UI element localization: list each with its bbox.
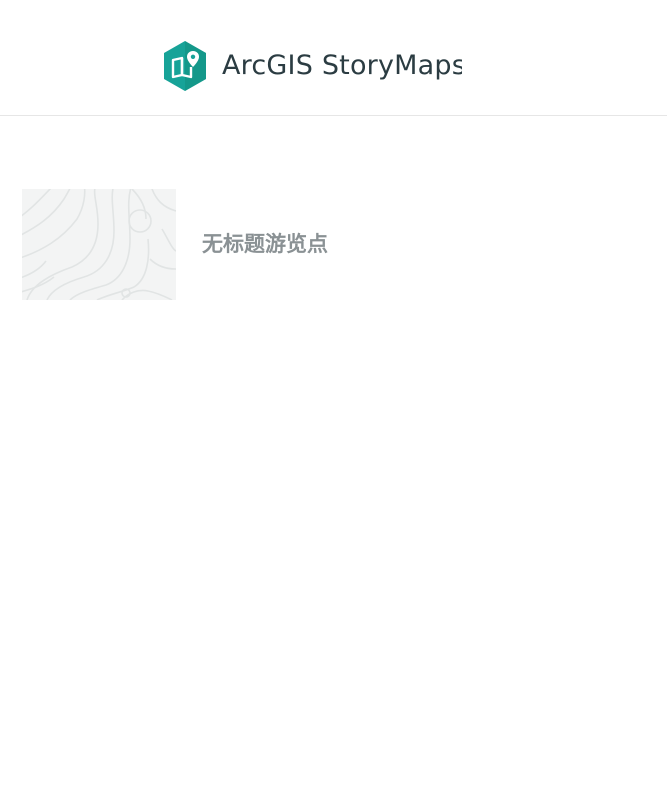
app-header: ArcGIS StoryMaps (0, 0, 667, 116)
tour-title: 无标题游览点 (202, 232, 328, 256)
storymaps-logo-icon (164, 41, 206, 91)
topographic-placeholder-icon (22, 189, 176, 300)
brand-logo-link[interactable]: ArcGIS StoryMaps (162, 40, 462, 92)
brand-name: ArcGIS StoryMaps (222, 50, 462, 81)
tour-list-item[interactable]: 无标题游览点 (22, 189, 642, 300)
page: ArcGIS StoryMaps 无标题游览点 (0, 0, 667, 792)
tour-thumbnail (22, 189, 176, 300)
